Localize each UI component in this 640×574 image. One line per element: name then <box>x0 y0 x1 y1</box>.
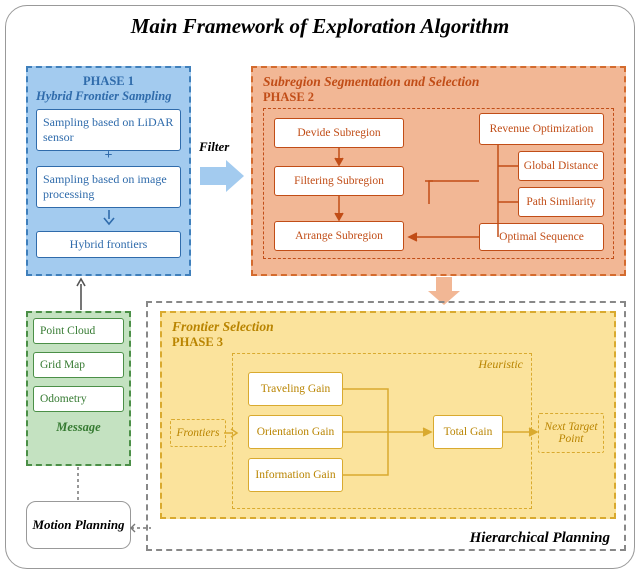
phase3-next-target-box: Next Target Point <box>538 413 604 453</box>
motion-planning-box: Motion Planning <box>26 501 131 549</box>
filter-label: Filter <box>199 139 229 155</box>
phase2-connectors-icon <box>264 109 624 261</box>
diagram-title: Main Framework of Exploration Algorithm <box>14 14 626 39</box>
plus-icon: + <box>36 151 181 161</box>
phase3-connectors-icon <box>233 354 533 510</box>
phase2-label: PHASE 2 <box>263 90 614 105</box>
phase1-label: PHASE 1 <box>36 74 181 89</box>
phase1-box-lidar: Sampling based on LiDAR sensor <box>36 109 181 151</box>
phase1-subtitle: Hybrid Frontier Sampling <box>36 89 181 104</box>
phase3-frontiers-box: Frontiers <box>170 419 226 447</box>
message-label: Message <box>33 420 124 435</box>
arrow-down-icon <box>102 210 116 226</box>
phase1-box-hybrid: Hybrid frontiers <box>36 231 181 258</box>
message-box-pointcloud: Point Cloud <box>33 318 124 344</box>
phase3-panel: Frontier Selection PHASE 3 Frontiers Heu… <box>160 311 616 519</box>
hierarchical-planning-label: Hierarchical Planning <box>470 530 610 547</box>
motion-planning-text: Motion Planning <box>32 517 124 533</box>
phase1-box-image: Sampling based on image processing <box>36 166 181 208</box>
phase3-label: PHASE 3 <box>172 335 604 350</box>
phase1-panel: PHASE 1 Hybrid Frontier Sampling Samplin… <box>26 66 191 276</box>
hierarchical-planning-panel: Frontier Selection PHASE 3 Frontiers Heu… <box>146 301 626 551</box>
frontiers-arrow-icon <box>224 426 238 440</box>
phase2-inner: Devide Subregion Filtering Subregion Arr… <box>263 108 614 259</box>
motion-up-connector-icon <box>71 467 85 500</box>
phase3-subtitle: Frontier Selection <box>172 319 604 335</box>
message-to-phase1-arrow-icon <box>74 276 88 310</box>
phase3-heuristic-inner: Heuristic Traveling Gain Orientation Gai… <box>232 353 532 509</box>
motion-hp-connector-icon <box>131 522 151 534</box>
phase2-panel: Subregion Segmentation and Selection PHA… <box>251 66 626 276</box>
message-box-odometry: Odometry <box>33 386 124 412</box>
message-panel: Point Cloud Grid Map Odometry Message <box>26 311 131 466</box>
message-box-gridmap: Grid Map <box>33 352 124 378</box>
phase2-subtitle: Subregion Segmentation and Selection <box>263 74 614 90</box>
main-framework-panel: Main Framework of Exploration Algorithm … <box>5 5 635 569</box>
filter-arrow-icon <box>198 158 246 194</box>
